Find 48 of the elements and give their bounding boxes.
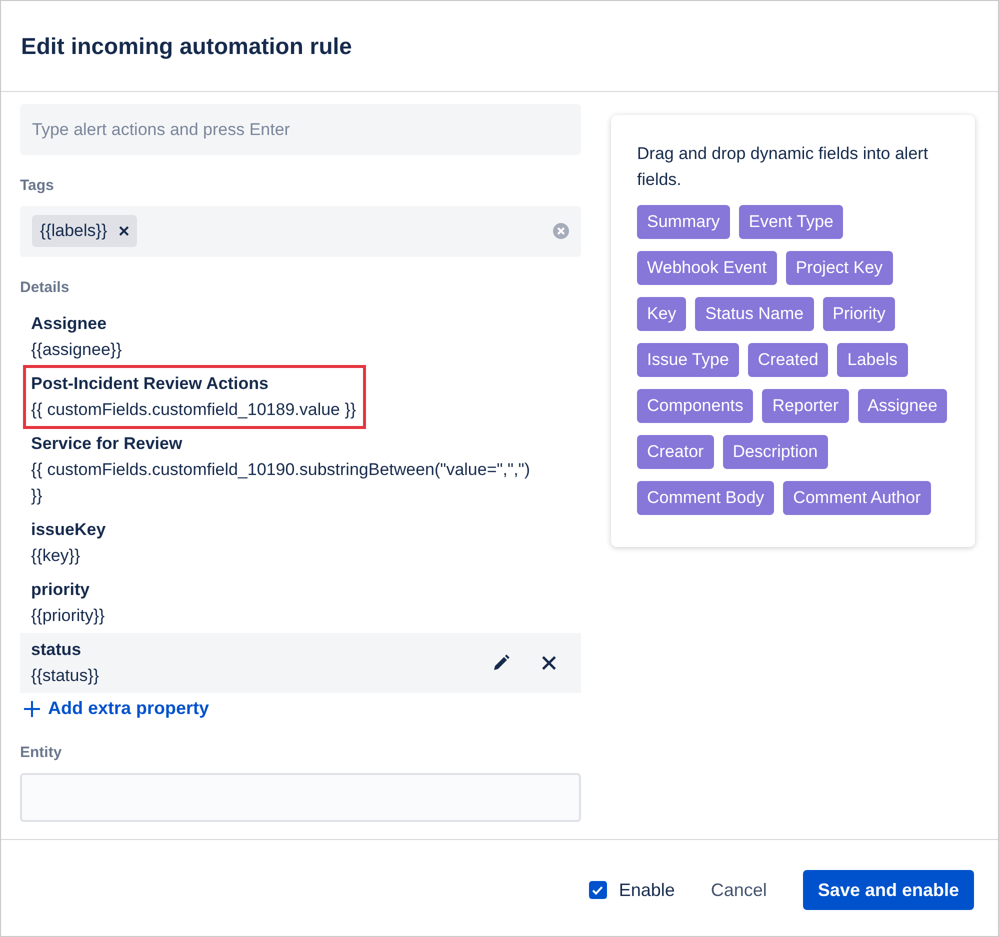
property-name: priority [31,579,91,601]
property-name: Assignee [31,313,108,335]
property-name: Service for Review [31,433,184,455]
field-label: Entity [20,743,63,763]
dynamic-field-chip[interactable]: Components [637,389,754,423]
dynamic-field-chip[interactable]: Issue Type [637,343,739,377]
dynamic-field-chip[interactable]: Comment Body [637,481,774,515]
dynamic-field-chip[interactable]: Assignee [858,389,948,423]
actions-input-field[interactable]: Type alert actions and press Enter [20,104,581,155]
dynamic-field-chip[interactable]: Priority [822,297,896,331]
dynamic-fields-hint: Drag and drop dynamic fields into alert fields. [637,143,930,191]
dynamic-field-chip[interactable]: Event Type [738,205,844,239]
save-button[interactable]: Save and enable [802,870,974,910]
field-label: Tags [20,176,55,196]
dynamic-field-chip[interactable]: Comment Author [783,481,931,515]
pencil-icon[interactable] [492,654,510,672]
dynamic-field-chip[interactable]: Created [748,343,828,377]
plus-icon [24,700,40,716]
dynamic-field-chip[interactable]: Labels [837,343,908,377]
enable-checkbox[interactable] [588,881,607,899]
dynamic-field-chip[interactable]: Summary [637,205,730,239]
add-property-link[interactable]: Add extra property [24,695,581,722]
entity-input-field[interactable] [20,772,581,822]
remove-icon[interactable] [119,226,130,236]
property-name: status [31,639,82,661]
check-icon [592,886,604,894]
tag-label: {{labels}} [40,220,108,242]
dynamic-field-chip[interactable]: Key [637,297,686,331]
enable-label: Enable [618,878,675,902]
dynamic-field-chip[interactable]: Reporter [762,389,849,423]
property-value: {{priority}} [31,605,105,627]
tags-field[interactable]: {{labels}} [20,206,581,256]
close-icon[interactable] [542,656,556,670]
dialog-title: Edit incoming automation rule [21,32,352,61]
property-value: {{key}} [31,545,82,567]
dynamic-field-chip[interactable]: Status Name [695,297,814,331]
dynamic-field-chip[interactable]: Description [722,435,828,469]
dynamic-field-chip[interactable]: Project Key [786,251,893,285]
property-value: {{status}} [31,665,100,687]
property-value: {{assignee}} [31,339,122,361]
property-value: {{ customFields.customfield_10190.substringBetween("value=",",") }} [31,459,531,507]
property-name: Post-Incident Review Actions [31,373,270,395]
property-name: issueKey [31,519,106,541]
dynamic-field-chip[interactable]: Webhook Event [637,251,777,285]
cancel-button[interactable]: Cancel [702,876,775,904]
dynamic-field-chip[interactable]: Creator [637,435,714,469]
property-value: {{ customFields.customfield_10189.value }} [31,399,356,421]
field-label: Details [20,278,70,298]
